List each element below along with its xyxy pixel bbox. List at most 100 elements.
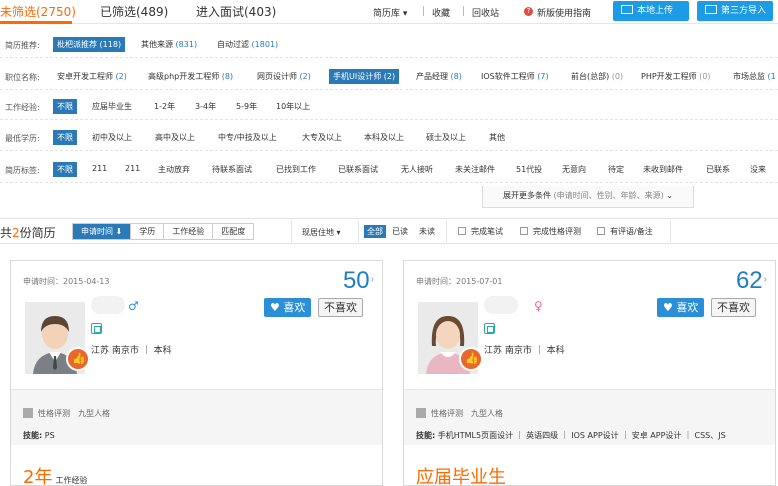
filter-option[interactable]: 高级php开发工程师 (8) — [148, 71, 233, 82]
third-party-import-button[interactable]: 第三方导入 — [697, 1, 773, 21]
work-experience: 2年 工作经验 — [23, 467, 88, 486]
trash-link[interactable]: 回收站 — [472, 6, 499, 19]
filter-option[interactable]: 安卓开发工程师 (2) — [57, 71, 127, 82]
filter-option[interactable]: 无人接听 — [401, 164, 433, 175]
checkbox-personality-done[interactable]: 完成性格评测 — [520, 226, 581, 237]
filter-option[interactable]: 枇杷派推荐 (118) — [53, 37, 126, 52]
filter-option[interactable]: 10年以上 — [276, 101, 310, 112]
filter-option[interactable]: 前台(总部) (0) — [571, 71, 623, 82]
read-filter-read[interactable]: 已读 — [392, 225, 408, 238]
filter-option[interactable]: 未关注邮件 — [455, 164, 495, 175]
read-filter-all[interactable]: 全部 — [364, 225, 386, 238]
favorites-link[interactable]: 收藏 — [432, 6, 450, 19]
filter-option[interactable]: PHP开发工程师 (0) — [641, 71, 711, 82]
dislike-button[interactable]: 不喜欢 — [318, 298, 363, 317]
filter-option[interactable]: 1-2年 — [154, 101, 175, 112]
filter-option[interactable]: 没来 — [750, 164, 766, 175]
sort-by-education[interactable]: 学历 — [131, 224, 165, 239]
filter-option[interactable]: 211 — [125, 164, 140, 173]
filter-option[interactable]: 主动放弃 — [158, 164, 190, 175]
filter-option[interactable]: 大专及以上 — [302, 132, 342, 143]
sort-by-apply-time[interactable]: 申请时间 ⬇ — [73, 224, 132, 239]
checkbox-test-done[interactable]: 完成笔试 — [458, 226, 503, 237]
filter-option[interactable]: 产品经理 (8) — [416, 71, 462, 82]
filter-option[interactable]: IOS软件工程师 (7) — [481, 71, 549, 82]
filter-option[interactable]: 网页设计师 (2) — [257, 71, 311, 82]
match-score: 50› — [342, 267, 374, 294]
filter-option[interactable]: 其他 — [489, 132, 505, 143]
divider — [423, 6, 424, 16]
resume-total: 共2份简历 — [0, 226, 56, 240]
filter-option[interactable]: 不限 — [53, 162, 77, 177]
filter-option[interactable]: 未收到邮件 — [643, 164, 683, 175]
filter-option[interactable]: 已联系 — [706, 164, 730, 175]
filter-option[interactable]: 初中及以上 — [92, 132, 132, 143]
filter-option[interactable]: 硕士及以上 — [426, 132, 466, 143]
skills: 技能: 手机HTML5页面设计 ｜ 英语四级 ｜ IOS APP设计 ｜ 安卓 … — [416, 431, 726, 440]
filter-option[interactable]: 不限 — [53, 99, 77, 114]
tab-screened[interactable]: 已筛选(489) — [100, 3, 168, 20]
chevron-right-icon: › — [370, 274, 374, 285]
tab-unscreened[interactable]: 未筛选(2750) — [0, 3, 76, 20]
match-score: 62› — [735, 267, 767, 294]
dislike-button[interactable]: 不喜欢 — [711, 298, 756, 317]
filter-option[interactable]: 高中及以上 — [155, 132, 195, 143]
filter-option[interactable]: 自动过滤 (1801) — [217, 39, 278, 50]
resume-library-dropdown[interactable]: 简历库 ▾ — [373, 6, 407, 19]
skills: 技能: PS — [23, 431, 55, 440]
checkbox-icon — [458, 227, 466, 235]
filter-option[interactable]: 不限 — [53, 130, 77, 145]
filter-row-education: 最低学历: 不限 初中及以上 高中及以上 中专/中技及以上 大专及以上 本科及以… — [0, 123, 778, 151]
sort-group: 申请时间 ⬇ 学历 工作经验 匹配度 — [72, 223, 255, 240]
filter-option[interactable]: 本科及以上 — [364, 132, 404, 143]
filter-option[interactable]: 211 — [92, 164, 107, 173]
filter-option[interactable]: 51代投 — [516, 164, 542, 175]
usage-guide-link[interactable]: 新版使用指南 — [537, 6, 591, 19]
thumbs-up-icon — [66, 347, 90, 371]
filter-label: 职位名称: — [5, 73, 40, 82]
expand-hint: (申请时间、性别、年龄、来源) — [553, 191, 664, 200]
filter-option[interactable]: 市场总监 (1 — [733, 71, 776, 82]
candidate-name-blurred — [484, 296, 518, 314]
filter-row-tags: 简历标签: 不限 211 211 主动放弃 待联系面试 已找到工作 已联系面试 … — [0, 155, 778, 183]
resume-attachment-icon — [91, 323, 102, 334]
expand-more-filters-button[interactable]: 展开更多条件 (申请时间、性别、年龄、来源) ⌄ — [482, 186, 694, 208]
divider — [358, 221, 359, 242]
like-button[interactable]: ♥ 喜欢 — [264, 298, 312, 317]
like-button[interactable]: ♥ 喜欢 — [657, 298, 705, 317]
filter-option[interactable]: 待联系面试 — [212, 164, 252, 175]
apply-date: 申请时间：2015-04-13 — [23, 277, 110, 286]
expand-label: 展开更多条件 — [502, 191, 551, 200]
filter-option[interactable]: 待定 — [608, 164, 624, 175]
female-icon: ♀ — [534, 299, 543, 313]
sort-by-experience[interactable]: 工作经验 — [164, 224, 214, 239]
filter-option[interactable]: 应届毕业生 — [92, 101, 132, 112]
location-education: 江苏 南京市 ｜ 本科 — [484, 346, 565, 356]
tab-interview[interactable]: 进入面试(403) — [196, 3, 276, 20]
sort-by-match[interactable]: 匹配度 — [213, 224, 253, 239]
filter-option[interactable]: 中专/中技及以上 — [218, 132, 277, 143]
personality-test: 性格评测 九型人格 — [23, 408, 110, 419]
filter-option[interactable]: 5-9年 — [236, 101, 257, 112]
location-dropdown[interactable]: 现居住地 ▾ — [302, 227, 341, 238]
checkbox-has-comment[interactable]: 有评语/备注 — [597, 226, 653, 237]
filter-option[interactable]: 已找到工作 — [276, 164, 316, 175]
filter-option[interactable]: 其他来源 (831) — [141, 39, 197, 50]
personality-icon — [416, 408, 426, 418]
checkbox-icon — [520, 227, 528, 235]
read-filter-unread[interactable]: 未读 — [419, 225, 435, 238]
import-icon — [705, 5, 717, 14]
local-upload-button[interactable]: 本地上传 — [613, 1, 689, 21]
divider — [463, 6, 464, 16]
filter-option[interactable]: 3-4年 — [195, 101, 216, 112]
candidate-name-blurred — [91, 296, 125, 314]
filter-option[interactable]: 手机UI设计师 (2) — [329, 69, 400, 84]
thumbs-up-icon — [459, 347, 483, 371]
filter-option[interactable]: 无意向 — [562, 164, 586, 175]
active-tab-underline — [0, 21, 72, 24]
card-details: 性格评测 九型人格 技能: PS — [11, 389, 382, 445]
filter-option[interactable]: 已联系面试 — [338, 164, 378, 175]
help-icon: ? — [524, 7, 533, 16]
resume-card[interactable]: 申请时间：2015-07-01 62› ♥ 喜欢 不喜欢 ♀ 江苏 南京市 ｜ … — [403, 260, 776, 486]
resume-card[interactable]: 申请时间：2015-04-13 50› ♥ 喜欢 不喜欢 ♂ 江苏 南京市 ｜ … — [10, 260, 383, 486]
